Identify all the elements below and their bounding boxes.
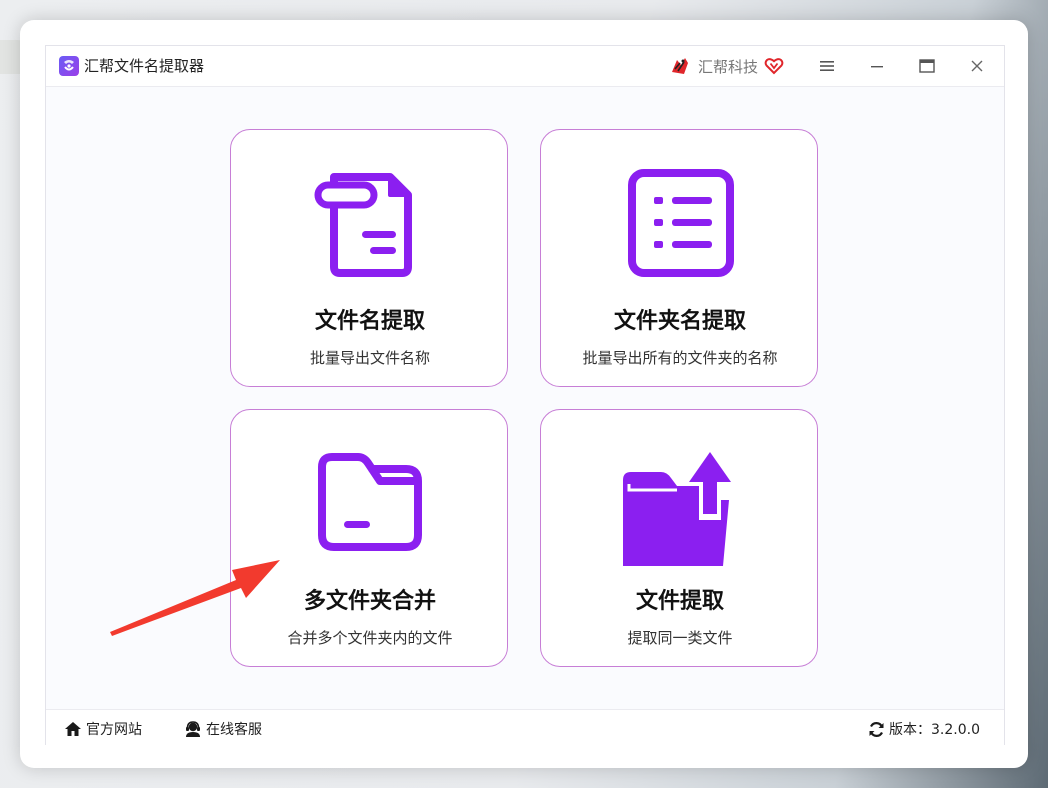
minimize-button[interactable] [864, 54, 890, 78]
titlebar: 汇帮文件名提取器 汇帮科技 [46, 46, 1004, 87]
brand-label: 汇帮科技 [698, 57, 759, 76]
brand-area: 汇帮科技 [668, 52, 784, 80]
card-title: 文件名提取 [314, 309, 425, 334]
statusbar: 官方网站 在线客服 版本：3.2.0.0 [46, 709, 1004, 745]
app-window: 汇帮文件名提取器 汇帮科技 文件名提取 批量导出文件名称 文件夹名提取 批量导出… [45, 45, 1005, 745]
red-arrow-annotation [110, 560, 280, 636]
list-icon [628, 169, 734, 277]
folder-upload-icon [623, 452, 731, 566]
minimize-icon [871, 66, 883, 68]
card-foldername-extract[interactable]: 文件夹名提取 批量导出所有的文件夹的名称 [540, 129, 818, 387]
card-title: 文件夹名提取 [613, 309, 746, 334]
card-icon-area [231, 438, 509, 568]
card-file-extract[interactable]: 文件提取 提取同一类文件 [540, 409, 818, 667]
online-support-link[interactable]: 在线客服 [184, 719, 262, 739]
home-icon [65, 722, 81, 736]
maximize-button[interactable] [914, 54, 940, 78]
version-info[interactable]: 版本：3.2.0.0 [868, 719, 980, 739]
close-button[interactable] [964, 54, 990, 78]
close-icon [971, 60, 983, 72]
maximize-icon [919, 59, 935, 73]
official-website-link[interactable]: 官方网站 [64, 719, 142, 739]
card-icon-area [541, 158, 819, 288]
official-website-label: 官方网站 [86, 722, 142, 738]
card-description: 批量导出文件名称 [309, 349, 430, 367]
brand-mascot-icon [672, 58, 688, 74]
online-support-label: 在线客服 [206, 722, 262, 738]
version-label: 版本：3.2.0.0 [889, 722, 980, 738]
menu-button[interactable] [814, 54, 840, 78]
file-icon [314, 173, 412, 277]
headset-icon [186, 721, 200, 737]
card-title: 文件提取 [635, 589, 724, 614]
vip-heart-icon[interactable] [764, 56, 784, 76]
app-title: 汇帮文件名提取器 [84, 57, 205, 75]
app-logo-icon [59, 56, 79, 76]
folder-icon [318, 453, 422, 551]
card-icon-area [231, 158, 509, 288]
hamburger-icon [820, 61, 834, 71]
card-description: 提取同一类文件 [627, 629, 733, 647]
refresh-icon [869, 721, 884, 737]
card-icon-area [541, 438, 819, 568]
card-description: 批量导出所有的文件夹的名称 [582, 349, 778, 367]
card-filename-extract[interactable]: 文件名提取 批量导出文件名称 [230, 129, 508, 387]
